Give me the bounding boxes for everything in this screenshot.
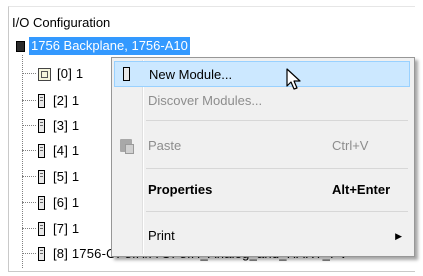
menu-item-label: New Module... (149, 67, 233, 82)
tree-branch (22, 228, 36, 230)
menu-item-print[interactable]: Print ▶ (114, 223, 410, 249)
module-icon (38, 170, 45, 184)
menu-item-discover-modules[interactable]: Discover Modules... (114, 88, 410, 114)
tree-node-backplane[interactable]: 1756 Backplane, 1756-A10 (16, 37, 190, 55)
tree-branch (22, 73, 36, 75)
tree-branch (22, 202, 36, 204)
menu-item-shortcut: Ctrl+V (332, 138, 369, 153)
tree-node-slot-6[interactable]: [6] 1 (22, 194, 79, 212)
module-icon (38, 144, 45, 158)
menu-separator (146, 168, 408, 169)
menu-item-label: Paste (148, 138, 182, 153)
tree-node-label: [6] 1 (53, 195, 80, 210)
tree-branch (22, 125, 36, 127)
module-icon (38, 247, 45, 261)
module-folder-icon (38, 67, 51, 81)
backplane-icon (16, 40, 25, 52)
menu-item-label: Print (148, 228, 175, 243)
tree-node-slot-4[interactable]: [4] 1 (22, 142, 79, 160)
module-icon (38, 119, 45, 133)
tree-node-slot-0[interactable]: [0] 1 (22, 65, 83, 83)
tree-branch (22, 150, 36, 152)
tree-node-slot-5[interactable]: [5] 1 (22, 168, 79, 186)
tree-node-label: [3] 1 (53, 118, 80, 133)
module-icon (38, 94, 45, 108)
tree-node-label: [7] 1 (53, 221, 80, 236)
tree-branch (22, 253, 36, 255)
menu-separator (146, 120, 408, 121)
module-icon (123, 67, 130, 81)
tree-node-slot-7[interactable]: [7] 1 (22, 220, 79, 238)
tree-node-slot-2[interactable]: [2] 1 (22, 92, 79, 110)
mouse-pointer-icon (286, 68, 301, 90)
tree-root-label: I/O Configuration (12, 15, 111, 30)
menu-item-shortcut: Alt+Enter (332, 182, 391, 197)
menu-item-label: Properties (148, 182, 213, 197)
tree-node-label: [4] 1 (53, 143, 80, 158)
module-icon (38, 222, 45, 236)
tree-node-label: [2] 1 (53, 93, 80, 108)
menu-item-label: Discover Modules... (148, 93, 263, 108)
paste-icon (120, 139, 134, 154)
tree-root-io-configuration[interactable]: I/O Configuration (12, 14, 110, 32)
tree-node-slot-3[interactable]: [3] 1 (22, 117, 79, 135)
module-icon (38, 196, 45, 210)
context-menu: New Module... Discover Modules... Paste … (111, 57, 415, 257)
tree-branch (22, 176, 36, 178)
menu-item-properties[interactable]: Properties Alt+Enter (114, 177, 410, 203)
submenu-arrow-icon: ▶ (395, 231, 402, 241)
backplane-label: 1756 Backplane, 1756-A10 (29, 37, 190, 55)
menu-item-paste[interactable]: Paste Ctrl+V (114, 133, 410, 159)
menu-separator (146, 211, 408, 212)
tree-node-label: [0] 1 (57, 66, 84, 81)
tree-branch (22, 100, 36, 102)
menu-item-new-module[interactable]: New Module... (114, 61, 410, 87)
tree-node-label: [5] 1 (53, 169, 80, 184)
